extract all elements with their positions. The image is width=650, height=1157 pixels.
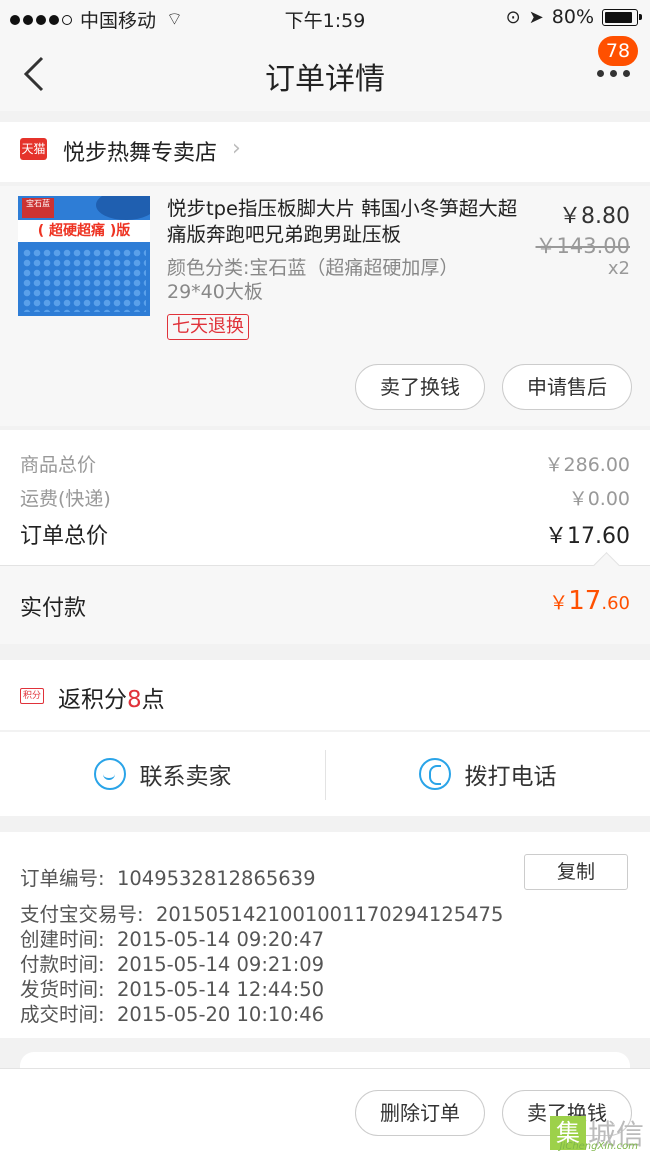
more-icon[interactable] bbox=[597, 70, 630, 77]
shipping-row: 运费(快递) ￥0.00 bbox=[20, 484, 630, 511]
product-price: ￥8.80 bbox=[559, 204, 630, 229]
rotation-lock-icon: ⊙ bbox=[505, 6, 521, 28]
product-item[interactable]: 宝石蓝 ( 超硬超痛 )版 悦步tpe指压板脚大片 韩国小冬笋超大超痛版奔跑吧兄… bbox=[0, 186, 650, 426]
battery-percent: 80% bbox=[551, 6, 594, 28]
service-tag: 七天退换 bbox=[167, 314, 249, 340]
paid-label: 实付款 bbox=[20, 596, 87, 621]
message-badge: 78 bbox=[598, 36, 638, 66]
shipping-value: ￥0.00 bbox=[568, 488, 630, 510]
delete-order-button[interactable]: 删除订单 bbox=[355, 1090, 485, 1136]
goods-total-row: 商品总价 ￥286.00 bbox=[20, 450, 630, 477]
shop-row[interactable]: 天猫 悦步热舞专卖店 › bbox=[0, 122, 650, 182]
watermark-logo: 集 城信 JiChengXin.com bbox=[549, 1116, 644, 1152]
page-title: 订单详情 bbox=[265, 62, 385, 97]
call-label: 拨打电话 bbox=[464, 764, 557, 790]
location-icon: ➤ bbox=[528, 6, 544, 28]
chevron-right-icon: › bbox=[232, 136, 241, 161]
call-button[interactable]: 拨打电话 bbox=[325, 732, 650, 816]
order-info: 订单编号: 1049532812865639 复制 支付宝交易号: 201505… bbox=[0, 832, 650, 1038]
battery-icon bbox=[602, 8, 642, 26]
points-row: 积分 返积分8点 bbox=[0, 660, 650, 730]
nav-bar: 订单详情 78 bbox=[0, 36, 650, 111]
paid-value: ￥17.60 bbox=[549, 586, 630, 616]
contact-bar: 联系卖家 拨打电话 bbox=[0, 732, 650, 816]
shipping-label: 运费(快递) bbox=[20, 488, 111, 510]
paid-row: 实付款 ￥17.60 bbox=[0, 566, 650, 644]
order-total-value: ￥17.60 bbox=[545, 524, 630, 549]
order-number: 订单编号: 1049532812865639 bbox=[20, 867, 316, 890]
chat-icon bbox=[93, 758, 126, 790]
contact-seller-label: 联系卖家 bbox=[139, 764, 232, 790]
shop-name[interactable]: 悦步热舞专卖店 bbox=[63, 135, 217, 167]
product-title[interactable]: 悦步tpe指压板脚大片 韩国小冬笋超大超痛版奔跑吧兄弟跑男趾压板 bbox=[167, 196, 527, 248]
product-original-price: ￥143.00 bbox=[535, 234, 630, 258]
tmall-logo-icon: 天猫 bbox=[20, 138, 47, 160]
completed-time: 成交时间: 2015-05-20 10:10:46 bbox=[20, 1003, 325, 1026]
contact-seller-button[interactable]: 联系卖家 bbox=[0, 732, 325, 816]
price-summary: 商品总价 ￥286.00 运费(快递) ￥0.00 订单总价 ￥17.60 实付… bbox=[0, 430, 650, 644]
goods-total-value: ￥286.00 bbox=[544, 454, 630, 476]
product-image[interactable]: 宝石蓝 ( 超硬超痛 )版 bbox=[18, 196, 150, 316]
points-text: 返积分8点 bbox=[58, 687, 165, 713]
product-quantity: x2 bbox=[607, 258, 630, 279]
status-bar: 中国移动 ⌔ 下午1:59 ⊙ ➤ 80% bbox=[0, 0, 650, 36]
product-spec: 颜色分类:宝石蓝（超痛超硬加厚）29*40大板 bbox=[167, 257, 459, 303]
image-banner: ( 超硬超痛 )版 bbox=[18, 220, 150, 242]
order-total-row: 订单总价 ￥17.60 bbox=[20, 518, 630, 550]
resell-button[interactable]: 卖了换钱 bbox=[355, 364, 485, 410]
phone-icon bbox=[418, 758, 451, 790]
points-icon: 积分 bbox=[20, 688, 44, 704]
after-sale-button[interactable]: 申请售后 bbox=[502, 364, 632, 410]
image-tag: 宝石蓝 bbox=[22, 198, 54, 218]
goods-total-label: 商品总价 bbox=[20, 454, 97, 476]
copy-button[interactable]: 复制 bbox=[524, 854, 628, 890]
order-total-label: 订单总价 bbox=[20, 524, 109, 549]
